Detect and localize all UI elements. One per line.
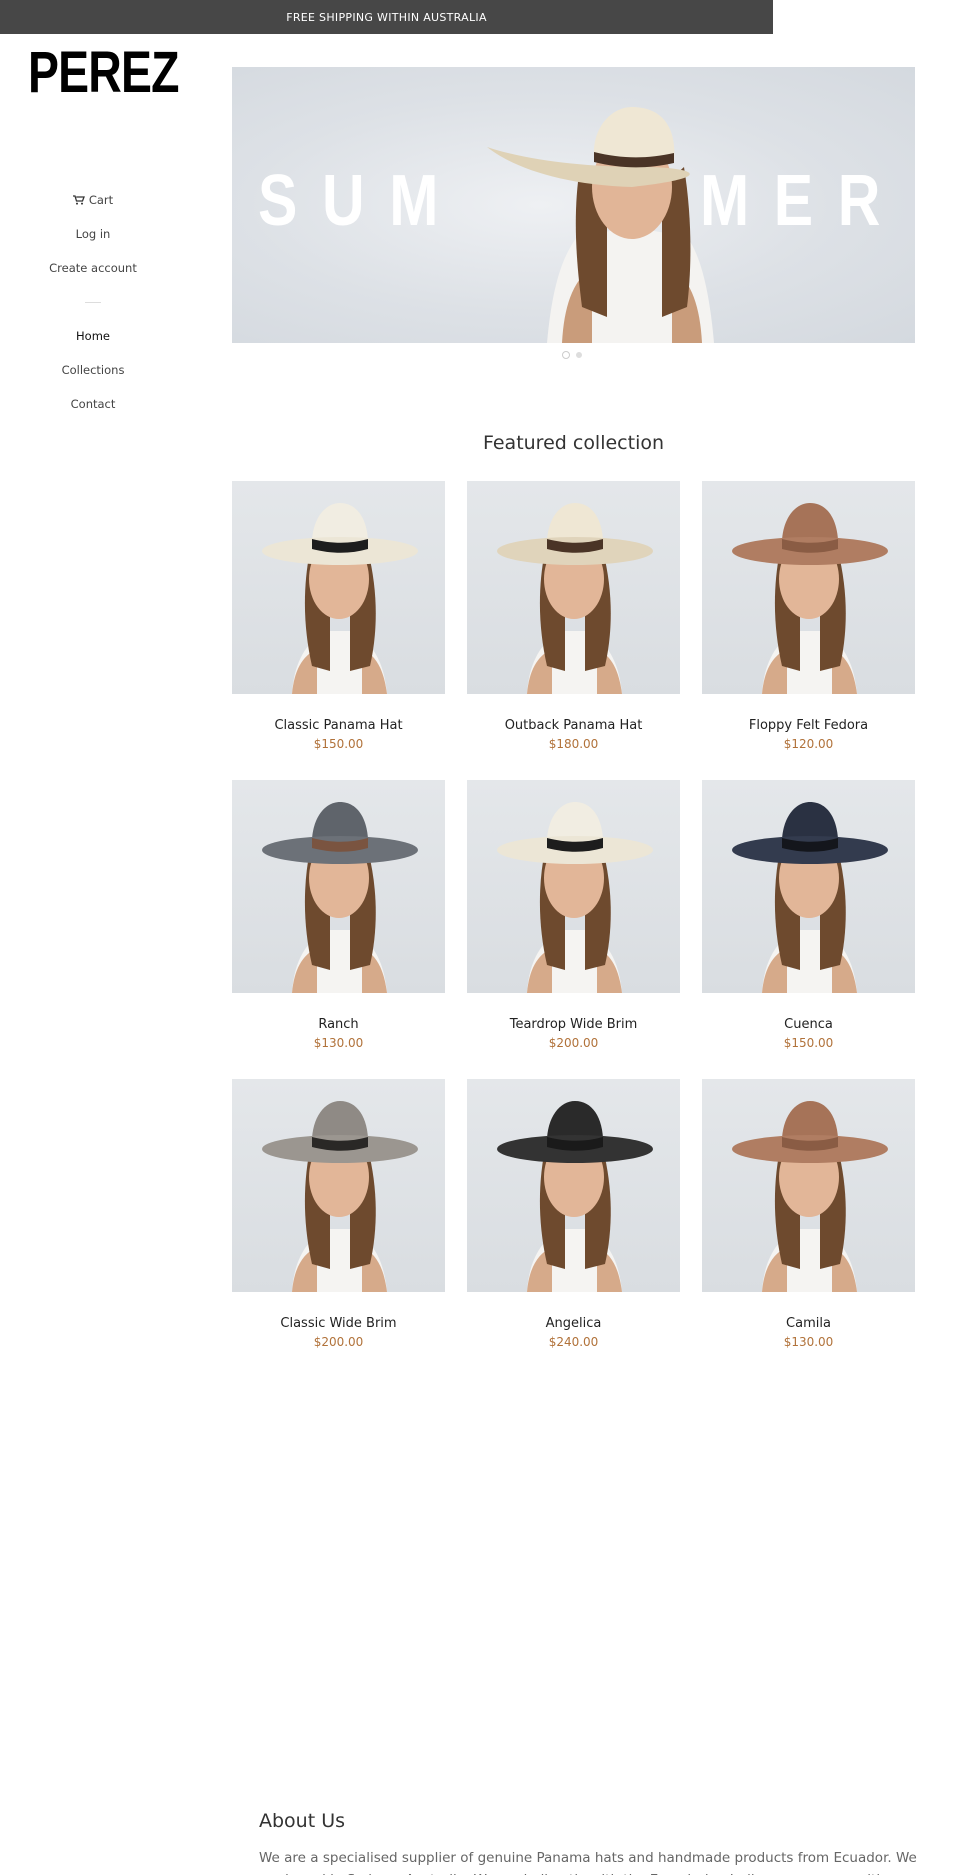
- product-image[interactable]: [702, 780, 915, 993]
- product-price: $120.00: [783, 737, 834, 751]
- product-price: $200.00: [548, 1036, 599, 1050]
- product-card[interactable]: Angelica $240.00: [467, 1079, 680, 1349]
- product-card[interactable]: Classic Panama Hat $150.00: [232, 481, 445, 751]
- product-name[interactable]: Floppy Felt Fedora: [702, 718, 915, 733]
- hero-text-right: MER: [700, 161, 905, 241]
- product-image[interactable]: [467, 780, 680, 993]
- hero-slideshow[interactable]: SUM MER: [232, 67, 915, 343]
- featured-collection-title: Featured collection: [482, 432, 665, 454]
- about-text: We are a specialised supplier of genuine…: [259, 1850, 917, 1875]
- product-image[interactable]: [232, 780, 445, 993]
- slideshow-dots: [562, 351, 582, 359]
- product-image[interactable]: [232, 1079, 445, 1292]
- product-name[interactable]: Outback Panama Hat: [467, 718, 680, 733]
- about-title: About Us: [259, 1810, 346, 1832]
- product-name[interactable]: Camila: [702, 1316, 915, 1331]
- product-price: $180.00: [548, 737, 599, 751]
- cart-icon: [72, 195, 85, 205]
- product-price: $130.00: [783, 1335, 834, 1349]
- logo[interactable]: PEREZ: [28, 44, 180, 102]
- product-name[interactable]: Ranch: [232, 1017, 445, 1032]
- cart-link[interactable]: Cart: [0, 193, 186, 208]
- product-card[interactable]: Floppy Felt Fedora $120.00: [702, 481, 915, 751]
- nav-contact[interactable]: Contact: [0, 397, 186, 411]
- login-link[interactable]: Log in: [0, 227, 186, 241]
- product-card[interactable]: Classic Wide Brim $200.00: [232, 1079, 445, 1349]
- product-name[interactable]: Teardrop Wide Brim: [467, 1017, 680, 1032]
- product-price: $150.00: [783, 1036, 834, 1050]
- hero-text-left: SUM: [258, 161, 463, 241]
- product-name[interactable]: Angelica: [467, 1316, 680, 1331]
- sidebar-divider: [85, 302, 101, 303]
- slide-dot-2[interactable]: [576, 352, 582, 358]
- product-image[interactable]: [467, 481, 680, 694]
- product-image[interactable]: [232, 481, 445, 694]
- product-price: $240.00: [548, 1335, 599, 1349]
- create-account-link[interactable]: Create account: [0, 261, 186, 275]
- product-card[interactable]: Outback Panama Hat $180.00: [467, 481, 680, 751]
- cart-label: Cart: [88, 193, 114, 207]
- slide-dot-1[interactable]: [562, 351, 570, 359]
- nav-collections[interactable]: Collections: [0, 363, 186, 377]
- product-image[interactable]: [702, 481, 915, 694]
- product-name[interactable]: Classic Wide Brim: [232, 1316, 445, 1331]
- product-price: $150.00: [313, 737, 364, 751]
- product-card[interactable]: Teardrop Wide Brim $200.00: [467, 780, 680, 1050]
- product-card[interactable]: Ranch $130.00: [232, 780, 445, 1050]
- product-card[interactable]: Camila $130.00: [702, 1079, 915, 1349]
- announcement-text: FREE SHIPPING WITHIN AUSTRALIA: [286, 10, 487, 24]
- product-name[interactable]: Cuenca: [702, 1017, 915, 1032]
- product-name[interactable]: Classic Panama Hat: [232, 718, 445, 733]
- product-card[interactable]: Cuenca $150.00: [702, 780, 915, 1050]
- product-image[interactable]: [702, 1079, 915, 1292]
- announcement-bar: FREE SHIPPING WITHIN AUSTRALIA: [0, 0, 773, 34]
- product-price: $200.00: [313, 1335, 364, 1349]
- product-image[interactable]: [467, 1079, 680, 1292]
- product-price: $130.00: [313, 1036, 364, 1050]
- nav-home[interactable]: Home: [0, 329, 186, 343]
